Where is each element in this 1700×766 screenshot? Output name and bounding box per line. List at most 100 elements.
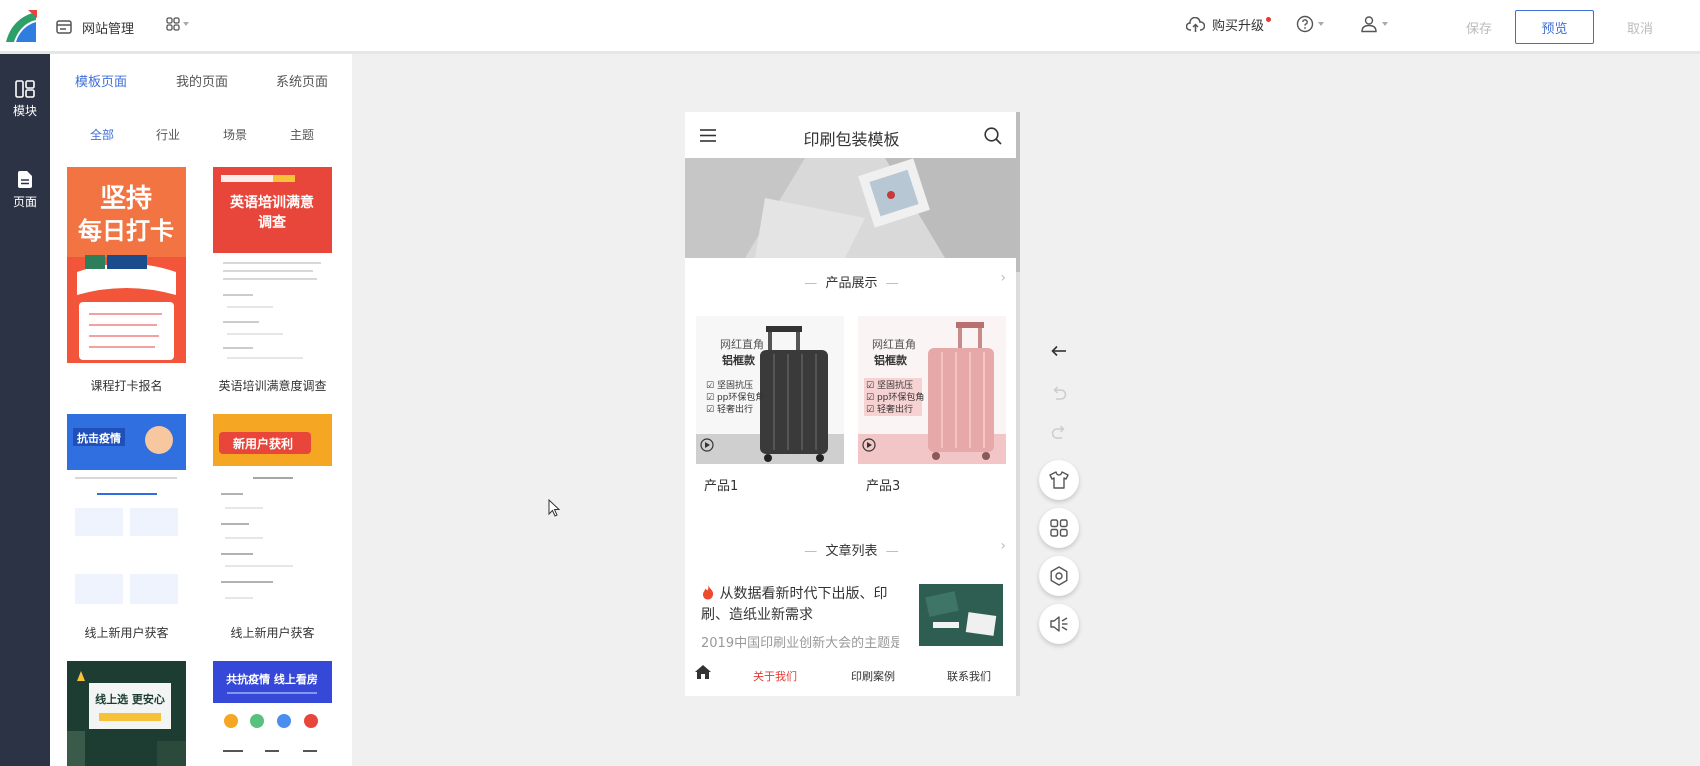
preview-scrollbar[interactable] [1016,112,1020,696]
buy-upgrade-label: 购买升级 [1212,15,1272,34]
article-excerpt: 2019中国印刷业创新大会的主题是 [701,636,899,651]
browser-window-icon [56,20,72,34]
settings-button[interactable] [1039,556,1079,596]
grid-apps-icon [166,17,180,31]
title-dash-left: — [804,544,826,559]
title-dash-left: — [804,276,826,291]
back-button[interactable] [1048,340,1070,362]
template-thumbnail: 坚持 每日打卡 [67,167,186,363]
user-menu-button[interactable] [1360,15,1388,33]
chevron-down-icon [183,22,189,26]
page-icon [18,171,32,188]
help-icon [1296,15,1314,33]
scrollbar-thumb[interactable] [1016,112,1020,272]
template-card[interactable]: 坚持 每日打卡 [67,167,186,363]
svg-text:抗击疫情: 抗击疫情 [77,431,121,445]
product-feature: 轻奢出行 [877,403,913,415]
svg-text:每日打卡: 每日打卡 [78,217,174,245]
article-thumbnail[interactable] [919,584,1003,646]
template-name: 线上新用户获客 [230,626,315,640]
buy-upgrade-button[interactable]: 购买升级 [1186,15,1272,34]
svg-text:☑ 轻奢出行: ☑ 轻奢出行 [866,403,913,415]
page-tabs: 模板页面 我的页面 系统页面 [50,54,352,98]
sidebar-item-modules[interactable]: 模块 [0,80,50,119]
sidebar-item-page[interactable]: 页面 [0,170,50,210]
modules-icon [15,80,35,98]
svg-text:☑ 坚固抗压: ☑ 坚固抗压 [866,379,913,391]
category-all[interactable]: 全部 [90,126,114,143]
svg-text:☑ 坚固抗压: ☑ 坚固抗压 [706,379,753,391]
redo-icon [1051,425,1065,439]
svg-text:调查: 调查 [258,214,287,231]
product-name: 产品3 [866,479,901,494]
article-title[interactable]: 从数据看新时代下出版、印刷、造纸业新需求 [701,584,899,626]
articles-section-title: — 文章列表 — [685,540,1018,559]
template-card[interactable]: 抗击疫情 [67,414,186,610]
template-thumbnail: 英语培训满意 调查 [213,167,332,363]
template-card[interactable]: 共抗疫情 线上看房 [213,661,332,766]
bottom-nav-contact[interactable]: 联系我们 [947,668,991,684]
bottom-nav-about[interactable]: 关于我们 [753,668,797,684]
logo [6,10,37,42]
speaker-icon [1050,616,1068,632]
template-name: 线上新用户获客 [84,626,169,640]
buy-upgrade-text: 购买升级 [1212,19,1265,34]
svg-text:线上选 更安心: 线上选 更安心 [95,692,165,706]
product-feature: pp环保包角 [717,391,764,403]
left-sidebar: 模块 页面 [0,54,50,766]
undo-button[interactable] [1048,382,1070,404]
svg-text:坚持: 坚持 [100,184,152,214]
template-card[interactable]: 线上选 更安心 [67,661,186,766]
redo-button[interactable] [1048,421,1070,443]
home-icon[interactable] [694,664,712,680]
cloud-upload-icon [1186,16,1205,32]
products-section-title: — 产品展示 — [685,272,1018,291]
top-bar: 网站管理 购买升级 保存 预览 取消 [0,0,1700,54]
template-name: 英语培训满意度调查 [218,379,327,393]
product-image[interactable]: 网红直角 铝框款 ☑ 坚固抗压 ☑ pp环保包角 ☑ 轻奢出行 [858,316,1006,464]
site-manage-button[interactable]: 网站管理 [56,16,134,38]
template-card[interactable]: 新用户获利 [213,414,332,610]
template-card[interactable]: 英语培训满意 调查 [213,167,332,363]
notification-dot [1266,17,1272,22]
product-image[interactable]: 网红直角 铝框款 ☑ 坚固抗压 ☑ pp环保包角 ☑ 轻奢出行 [696,316,844,464]
sidebar-item-label: 页面 [12,195,37,209]
apps-menu-button[interactable] [166,17,189,31]
product-feature: 坚固抗压 [717,379,753,391]
preview-button[interactable]: 预览 [1515,10,1594,44]
category-scene[interactable]: 场景 [223,126,247,143]
chevron-right-icon[interactable]: › [1000,538,1006,554]
article-title-text: 从数据看新时代下出版、印刷、造纸业新需求 [701,586,888,623]
theme-style-button[interactable] [1039,460,1079,500]
banner-image [685,158,1018,258]
bottom-nav-cases[interactable]: 印刷案例 [851,668,895,684]
products-title-text: 产品展示 [825,276,878,291]
template-name: 课程打卡报名 [90,379,163,393]
category-industry[interactable]: 行业 [156,126,180,143]
template-thumbnail: 线上选 更安心 [67,661,186,766]
product-tag1: 网红直角 [720,337,764,351]
chevron-right-icon[interactable]: › [1000,270,1006,286]
phone-preview: 印刷包装模板 — 产品展示 — › 网红直角 铝框款 ☑ 坚固抗压 ☑ pp环保… [685,112,1018,696]
save-button[interactable]: 保存 [1444,10,1514,44]
undo-icon [1053,386,1067,400]
tab-template-pages[interactable]: 模板页面 [75,71,127,90]
svg-text:☑ pp环保包角: ☑ pp环保包角 [706,391,764,403]
user-icon [1361,16,1377,33]
chevron-down-icon [1382,22,1388,26]
audio-button[interactable] [1039,604,1079,644]
cancel-button[interactable]: 取消 [1605,10,1675,44]
category-theme[interactable]: 主题 [290,126,314,143]
tab-system-pages[interactable]: 系统页面 [276,71,328,90]
svg-text:新用户获利: 新用户获利 [233,436,293,451]
sidebar-item-label: 模块 [12,104,37,118]
search-icon[interactable] [984,127,1002,145]
product-tag2: 铝框款 [874,353,908,367]
tab-my-pages[interactable]: 我的页面 [176,71,228,90]
title-dash-right: — [877,544,899,559]
help-button[interactable] [1296,15,1324,33]
product-feature: 轻奢出行 [717,403,753,415]
articles-title-text: 文章列表 [825,544,878,559]
fire-icon [703,585,714,600]
app-modules-button[interactable] [1039,508,1079,548]
